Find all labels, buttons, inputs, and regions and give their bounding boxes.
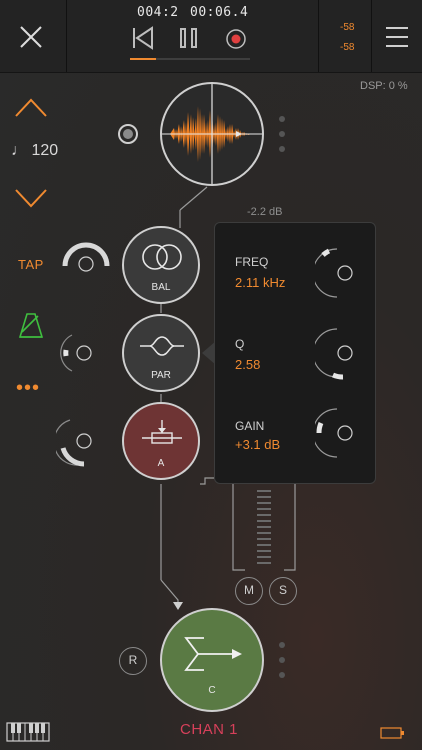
node-more-icon[interactable] (277, 114, 287, 154)
freq-knob[interactable] (315, 245, 367, 301)
channel-output-node-label: C (208, 685, 216, 696)
gain-readout: -2.2 dB (247, 206, 283, 218)
gain-label: GAIN (235, 419, 265, 433)
parametric-eq-icon (140, 336, 184, 356)
gain-value: +3.1 dB (235, 437, 281, 452)
balance-knob[interactable] (60, 236, 112, 274)
eq-parameter-popup: FREQ 2.11 kHz Q 2.58 GAIN +3.1 dB (214, 222, 376, 484)
solo-button[interactable]: S (269, 577, 297, 605)
sum-icon (184, 637, 242, 671)
parametric-eq-knob[interactable] (58, 330, 104, 376)
waveform-display (162, 84, 262, 184)
fader-icon (142, 420, 182, 444)
battery-icon (380, 727, 404, 739)
parametric-eq-node[interactable]: PAR (122, 314, 200, 392)
gain-knob[interactable] (315, 405, 367, 461)
output-more-icon[interactable] (277, 640, 287, 680)
mute-button[interactable]: M (235, 577, 263, 605)
channel-name[interactable]: CHAN 1 (180, 721, 238, 738)
balance-icon (142, 244, 182, 270)
balance-node[interactable]: BAL (122, 226, 200, 304)
balance-node-label: BAL (151, 282, 171, 293)
input-waveform-node[interactable] (160, 82, 264, 186)
fader-node-a[interactable]: A (122, 402, 200, 480)
freq-label: FREQ (235, 255, 269, 269)
q-label: Q (235, 337, 245, 351)
q-knob[interactable] (315, 325, 367, 381)
fader-node-a-label: A (157, 458, 165, 469)
freq-value: 2.11 kHz (235, 275, 286, 290)
fader-a-knob[interactable] (56, 416, 106, 468)
q-value: 2.58 (235, 357, 261, 372)
parametric-eq-node-label: PAR (151, 370, 171, 381)
channel-output-node[interactable]: C (160, 608, 264, 712)
input-monitor-toggle[interactable] (118, 124, 138, 144)
volume-fader[interactable] (255, 486, 273, 570)
keyboard-icon[interactable] (6, 722, 50, 742)
record-arm-button[interactable]: R (119, 647, 147, 675)
